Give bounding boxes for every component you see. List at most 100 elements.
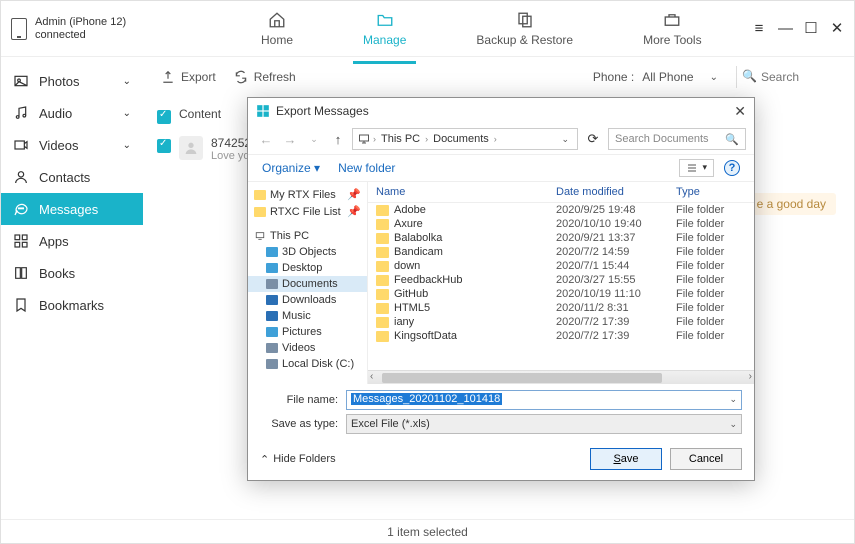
file-row[interactable]: Adobe2020/9/25 19:48File folder — [368, 203, 754, 217]
filetype-select[interactable]: Excel File (*.xls) ⌄ — [346, 414, 742, 434]
new-folder-button[interactable]: New folder — [338, 161, 395, 175]
phone-filter-select[interactable]: All Phone ⌄ — [642, 70, 718, 84]
path-dropdown-icon[interactable]: ⌄ — [557, 134, 573, 145]
chevron-down-icon: ⌄ — [729, 419, 737, 430]
checkbox-icon[interactable] — [157, 110, 171, 124]
save-button[interactable]: Save — [590, 448, 662, 470]
organize-button[interactable]: Organize ▾ — [262, 161, 320, 175]
file-name: Adobe — [394, 204, 426, 216]
maximize-icon[interactable]: ☐ — [804, 22, 818, 36]
column-date[interactable]: Date modified — [556, 186, 676, 198]
tree-node[interactable]: Music — [248, 308, 367, 324]
scrollbar-thumb[interactable] — [382, 373, 662, 383]
sidebar-item-videos[interactable]: Videos ⌄ — [1, 129, 143, 161]
tab-label: Manage — [363, 33, 406, 47]
file-date: 2020/7/2 14:59 — [556, 246, 676, 258]
file-row[interactable]: FeedbackHub2020/3/27 15:55File folder — [368, 273, 754, 287]
file-type: File folder — [676, 260, 746, 272]
phone-filter-label: Phone : — [593, 70, 634, 84]
tree-node[interactable]: Pictures — [248, 324, 367, 340]
tree-node[interactable]: 3D Objects — [248, 244, 367, 260]
sidebar-item-contacts[interactable]: Contacts — [1, 161, 143, 193]
cancel-button[interactable]: Cancel — [670, 448, 742, 470]
folder-icon — [266, 359, 278, 369]
dialog-close-icon[interactable]: ✕ — [734, 103, 746, 120]
search-icon: 🔍 — [742, 69, 757, 83]
sidebar-item-label: Contacts — [39, 170, 90, 185]
dialog-search-input[interactable]: Search Documents 🔍 — [608, 128, 746, 150]
file-row[interactable]: Axure2020/10/10 19:40File folder — [368, 217, 754, 231]
folder-icon — [376, 219, 389, 230]
tree-node[interactable]: Documents — [248, 276, 367, 292]
file-row[interactable]: GitHub2020/10/19 11:10File folder — [368, 287, 754, 301]
books-icon — [13, 265, 29, 281]
hide-folders-button[interactable]: ⌃ Hide Folders — [260, 453, 336, 466]
refresh-button[interactable]: Refresh — [234, 70, 296, 84]
minimize-icon[interactable]: — — [778, 22, 792, 36]
file-name: down — [394, 260, 420, 272]
tab-manage[interactable]: Manage — [353, 5, 416, 53]
tab-home[interactable]: Home — [251, 5, 303, 53]
nav-up-icon[interactable]: ↑ — [328, 129, 348, 149]
export-button[interactable]: Export — [161, 70, 216, 84]
refresh-label: Refresh — [254, 70, 296, 84]
close-icon[interactable]: ✕ — [830, 22, 844, 36]
view-mode-button[interactable]: ▾ — [679, 159, 714, 177]
audio-icon — [13, 105, 29, 121]
path-segment[interactable]: Documents — [430, 133, 492, 145]
filename-input[interactable]: Messages_20201102_101418 ⌄ — [346, 390, 742, 410]
hide-folders-label: Hide Folders — [273, 453, 335, 465]
nav-forward-icon[interactable]: → — [280, 129, 300, 149]
sidebar-item-label: Videos — [39, 138, 79, 153]
refresh-icon — [234, 70, 248, 84]
column-name[interactable]: Name — [376, 186, 556, 198]
column-type[interactable]: Type — [676, 186, 746, 198]
tab-tools[interactable]: More Tools — [633, 5, 711, 53]
sidebar-item-photos[interactable]: Photos ⌄ — [1, 65, 143, 97]
tree-node[interactable]: Videos — [248, 340, 367, 356]
tree-node-this-pc[interactable]: This PC — [248, 228, 367, 244]
tree-node[interactable]: Desktop — [248, 260, 367, 276]
tree-node-label: Documents — [282, 278, 338, 290]
file-row[interactable]: Bandicam2020/7/2 14:59File folder — [368, 245, 754, 259]
tree-node[interactable]: Local Disk (C:) — [248, 356, 367, 372]
file-row[interactable]: KingsoftData2020/7/2 17:39File folder — [368, 329, 754, 343]
tree-node[interactable]: My RTX Files📌 — [248, 186, 367, 203]
checkbox-icon[interactable] — [157, 139, 171, 153]
chevron-down-icon[interactable]: ⌄ — [729, 394, 737, 405]
sidebar-item-apps[interactable]: Apps — [1, 225, 143, 257]
tree-node-label: Pictures — [282, 326, 322, 338]
nav-recent-icon[interactable]: ⌄ — [304, 129, 324, 149]
sidebar-item-bookmarks[interactable]: Bookmarks — [1, 289, 143, 321]
tab-backup[interactable]: Backup & Restore — [466, 5, 583, 53]
tree-node[interactable]: RTXC File List📌 — [248, 203, 367, 220]
file-row[interactable]: HTML52020/11/2 8:31File folder — [368, 301, 754, 315]
folder-icon — [376, 233, 389, 244]
filetype-value: Excel File (*.xls) — [351, 418, 430, 430]
tree-node-label: My RTX Files — [270, 189, 336, 201]
horizontal-scrollbar[interactable]: ‹ › — [368, 370, 754, 384]
chevron-down-icon: ⌄ — [123, 76, 131, 87]
path-segment[interactable]: This PC — [378, 133, 423, 145]
file-type: File folder — [676, 232, 746, 244]
help-icon[interactable]: ? — [724, 160, 740, 176]
sidebar-item-messages[interactable]: Messages — [1, 193, 143, 225]
sidebar-item-books[interactable]: Books — [1, 257, 143, 289]
menu-icon[interactable]: ≡ — [752, 22, 766, 36]
tree-node[interactable]: Downloads — [248, 292, 367, 308]
tab-label: Home — [261, 33, 293, 47]
sidebar-item-label: Messages — [39, 202, 98, 217]
nav-back-icon[interactable]: ← — [256, 129, 276, 149]
videos-icon — [13, 137, 29, 153]
file-name: GitHub — [394, 288, 428, 300]
messages-icon — [13, 201, 29, 217]
scroll-left-icon[interactable]: ‹ — [370, 371, 373, 382]
nav-refresh-icon[interactable]: ⟳ — [582, 128, 604, 150]
file-row[interactable]: down2020/7/1 15:44File folder — [368, 259, 754, 273]
file-row[interactable]: iany2020/7/2 17:39File folder — [368, 315, 754, 329]
file-row[interactable]: Balabolka2020/9/21 13:37File folder — [368, 231, 754, 245]
address-bar[interactable]: › This PC › Documents › ⌄ — [352, 128, 578, 150]
file-type: File folder — [676, 302, 746, 314]
scroll-right-icon[interactable]: › — [749, 371, 752, 382]
sidebar-item-audio[interactable]: Audio ⌄ — [1, 97, 143, 129]
